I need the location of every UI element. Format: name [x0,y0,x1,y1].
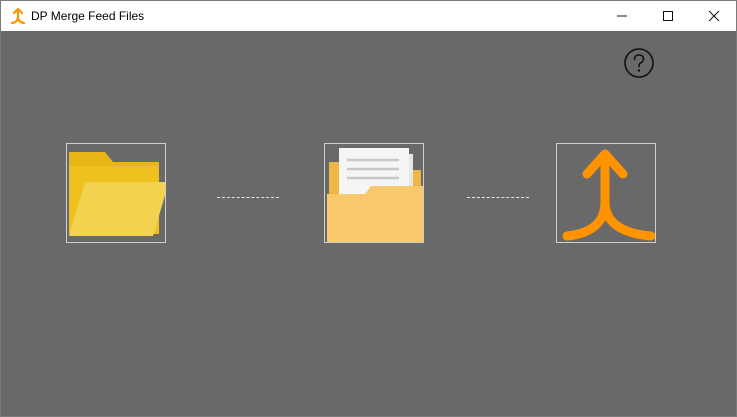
close-button[interactable] [691,1,737,31]
maximize-button[interactable] [645,1,691,31]
merge-arrow-icon [9,7,27,25]
merge-button[interactable] [556,143,656,243]
step-connector [467,197,529,198]
folder-open-icon [69,152,165,236]
close-icon [708,10,720,22]
app-window: DP Merge Feed Files [0,0,737,417]
folder-with-documents-icon [327,148,423,242]
window-title: DP Merge Feed Files [31,9,145,23]
help-button[interactable] [623,47,655,79]
merge-arrow-icon [562,149,655,241]
title-bar[interactable]: DP Merge Feed Files [1,1,736,31]
question-circle-icon [624,48,654,78]
select-folder-button[interactable] [66,143,166,243]
select-files-button[interactable] [324,143,424,243]
minimize-button[interactable] [599,1,645,31]
maximize-icon [663,11,673,21]
step-connector [217,197,279,198]
minimize-icon [617,15,627,17]
